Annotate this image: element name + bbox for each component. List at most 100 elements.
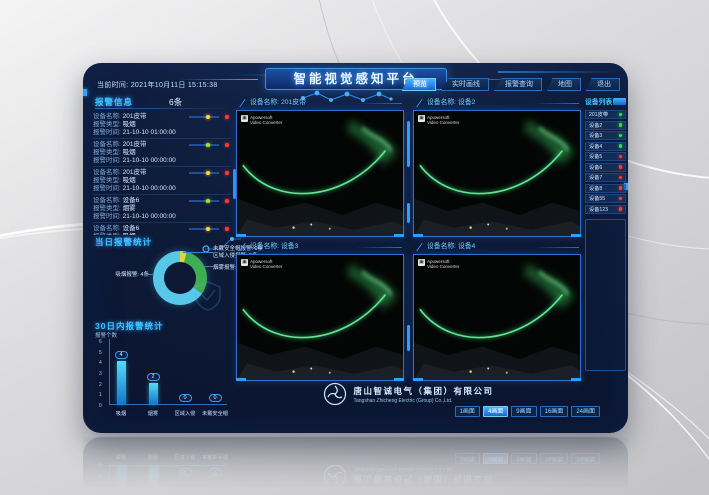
alarm-type-label: 报警类型: <box>93 121 123 128</box>
video-frame <box>237 255 403 380</box>
device-list-item[interactable]: 设备3 <box>585 131 626 140</box>
video-feed[interactable]: ▣ ApowersoftVideo Converter <box>413 254 581 381</box>
alarm-type-value: 烟雾 <box>123 205 136 212</box>
status-dot <box>619 144 623 148</box>
video-frame <box>414 111 580 236</box>
alarm-red-dot <box>225 199 229 203</box>
alarm-panel-header: 报警信息 6条 <box>95 96 231 108</box>
video-frame <box>237 111 403 236</box>
layout-16-button[interactable]: 16画面 <box>540 406 569 417</box>
watermark: ▣ ApowersoftVideo Converter <box>418 115 459 125</box>
shield-icon <box>195 281 221 311</box>
bar-value-badge: 2 <box>147 373 160 381</box>
company-logo-icon <box>323 382 347 406</box>
bar-chart-ylabel: 报警个数 <box>95 331 117 339</box>
donut-callout-smoking: 吸烟报警: 4条 <box>91 270 149 278</box>
layout-1-button[interactable]: 1画面 <box>455 406 480 417</box>
alarm-time-value: 21-10-10 00:00:00 <box>123 157 176 164</box>
video-panel-title: 设备名称: 设备2 <box>413 97 581 110</box>
device-list-item[interactable]: 设备5 <box>585 152 626 161</box>
converter-icon: ▣ <box>418 259 425 266</box>
bar <box>149 383 158 404</box>
alarm-type-value: 吸烟 <box>123 177 136 184</box>
converter-icon: ▣ <box>241 259 248 266</box>
x-axis <box>109 404 227 405</box>
device-list-item[interactable]: 设备2 <box>585 121 626 130</box>
alarm-time-label: 报警时间: <box>93 185 123 192</box>
alarm-device-value: 201皮带 <box>123 169 147 176</box>
status-dot <box>619 207 623 211</box>
dashboard-window: 当前时间: 2021年10月11日 15:15:38 智能视觉感知平台 预览 实… <box>83 63 628 433</box>
bar-value-badge: 4 <box>115 351 128 359</box>
device-list-item[interactable]: 设备55 <box>585 194 626 203</box>
layout-4-button[interactable]: 4画面 <box>483 406 508 417</box>
video-panel-2[interactable]: 设备名称: 设备2 ▣ ApowersoftVideo Converter <box>413 97 581 237</box>
alarm-panel-title: 报警信息 <box>95 96 133 108</box>
status-dot <box>619 113 623 117</box>
alarm-level-indicator <box>189 227 229 231</box>
alarm-time-value: 21-10-10 01:00:00 <box>123 129 176 136</box>
alarm-type-value: 吸烟 <box>123 149 136 156</box>
device-list-item[interactable]: 设备7 <box>585 173 626 182</box>
alarm-time-label: 报警时间: <box>93 213 123 220</box>
alarm-type-label: 报警类型: <box>93 177 123 184</box>
watermark: ▣ ApowersoftVideo Converter <box>241 259 282 269</box>
bar-category-label: 未戴安全帽 <box>202 410 228 417</box>
video-scrollbar[interactable] <box>407 117 410 235</box>
screen-layout-buttons: 1画面 4画面 9画面 16画面 24画面 <box>455 406 600 417</box>
alarm-device-label: 设备名称: <box>93 197 123 204</box>
alarm-device-label: 设备名称: <box>93 141 123 148</box>
video-panel-1[interactable]: 设备名称: 201皮带 ▣ ApowersoftVideo Converter <box>236 97 404 237</box>
status-dot <box>619 165 623 169</box>
callout-line <box>203 266 213 267</box>
alarm-list-item[interactable]: 设备名称: 设备6 报警类型: 烟雾 报警时间: 21-10-10 00:00:… <box>93 195 231 223</box>
video-feed[interactable]: ▣ ApowersoftVideo Converter <box>236 110 404 237</box>
layout-9-button[interactable]: 9画面 <box>511 406 536 417</box>
alarm-list-item[interactable]: 设备名称: 201皮带 报警类型: 吸烟 报警时间: 21-10-10 00:0… <box>93 139 231 167</box>
alarm-device-value: 201皮带 <box>123 113 147 120</box>
device-list-tab[interactable] <box>613 98 626 105</box>
bar-value-badge: 0 <box>209 394 222 402</box>
bar-chart: 报警个数 0123456 4 2 0 0 吸烟 烟雾 区域入侵 未戴安全帽 <box>91 331 233 423</box>
device-detail-panel <box>585 219 626 371</box>
nav-button-live-draw[interactable]: 实时画线 <box>441 78 489 91</box>
video-panel-3[interactable]: 设备名称: 设备3 ▣ ApowersoftVideo Converter <box>236 241 404 381</box>
alarm-device-value: 设备6 <box>123 225 140 232</box>
nav-button-alarm-query[interactable]: 报警查询 <box>494 78 542 91</box>
y-axis <box>109 339 110 405</box>
alarm-list-item[interactable]: 设备名称: 201皮带 报警类型: 吸烟 报警时间: 21-10-10 01:0… <box>93 111 231 139</box>
device-list-item[interactable]: 设备123 <box>585 205 626 214</box>
alarm-red-dot <box>225 115 229 119</box>
alarm-time-label: 报警时间: <box>93 157 123 164</box>
device-list-item[interactable]: 201皮带 <box>585 110 626 119</box>
alarm-level-indicator <box>189 115 229 119</box>
nav-button-map[interactable]: 地图 <box>547 78 581 91</box>
alarm-device-label: 设备名称: <box>93 169 123 176</box>
watermark: ▣ ApowersoftVideo Converter <box>241 115 282 125</box>
device-list-item[interactable]: 设备6 <box>585 163 626 172</box>
alarm-type-value: 吸烟 <box>123 233 136 235</box>
status-dot <box>619 134 623 138</box>
alarm-list-item[interactable]: 设备名称: 201皮带 报警类型: 吸烟 报警时间: 21-10-10 00:0… <box>93 167 231 195</box>
nav-button-preview[interactable]: 预览 <box>402 78 436 91</box>
alarm-level-indicator <box>189 143 229 147</box>
video-panel-4[interactable]: 设备名称: 设备4 ▣ ApowersoftVideo Converter <box>413 241 581 381</box>
status-dot <box>619 197 623 201</box>
current-time: 当前时间: 2021年10月11日 15:15:38 <box>97 80 218 90</box>
callout-line <box>183 252 213 253</box>
alarm-type-value: 吸烟 <box>123 121 136 128</box>
alarm-type-label: 报警类型: <box>93 205 123 212</box>
video-scrollbar[interactable] <box>407 261 410 379</box>
layout-24-button[interactable]: 24画面 <box>571 406 600 417</box>
company-name-cn: 唐山智诚电气（集团）有限公司 <box>353 385 493 397</box>
corner-accent <box>83 89 87 96</box>
device-list-item[interactable]: 设备8 <box>585 184 626 193</box>
nav-button-exit[interactable]: 退出 <box>586 78 620 91</box>
video-feed[interactable]: ▣ ApowersoftVideo Converter <box>236 254 404 381</box>
bar-column: 0 <box>177 394 193 404</box>
device-list-item[interactable]: 设备4 <box>585 142 626 151</box>
bar <box>117 361 126 404</box>
alarm-device-label: 设备名称: <box>93 113 123 120</box>
video-feed[interactable]: ▣ ApowersoftVideo Converter <box>413 110 581 237</box>
alarm-red-dot <box>225 227 229 231</box>
